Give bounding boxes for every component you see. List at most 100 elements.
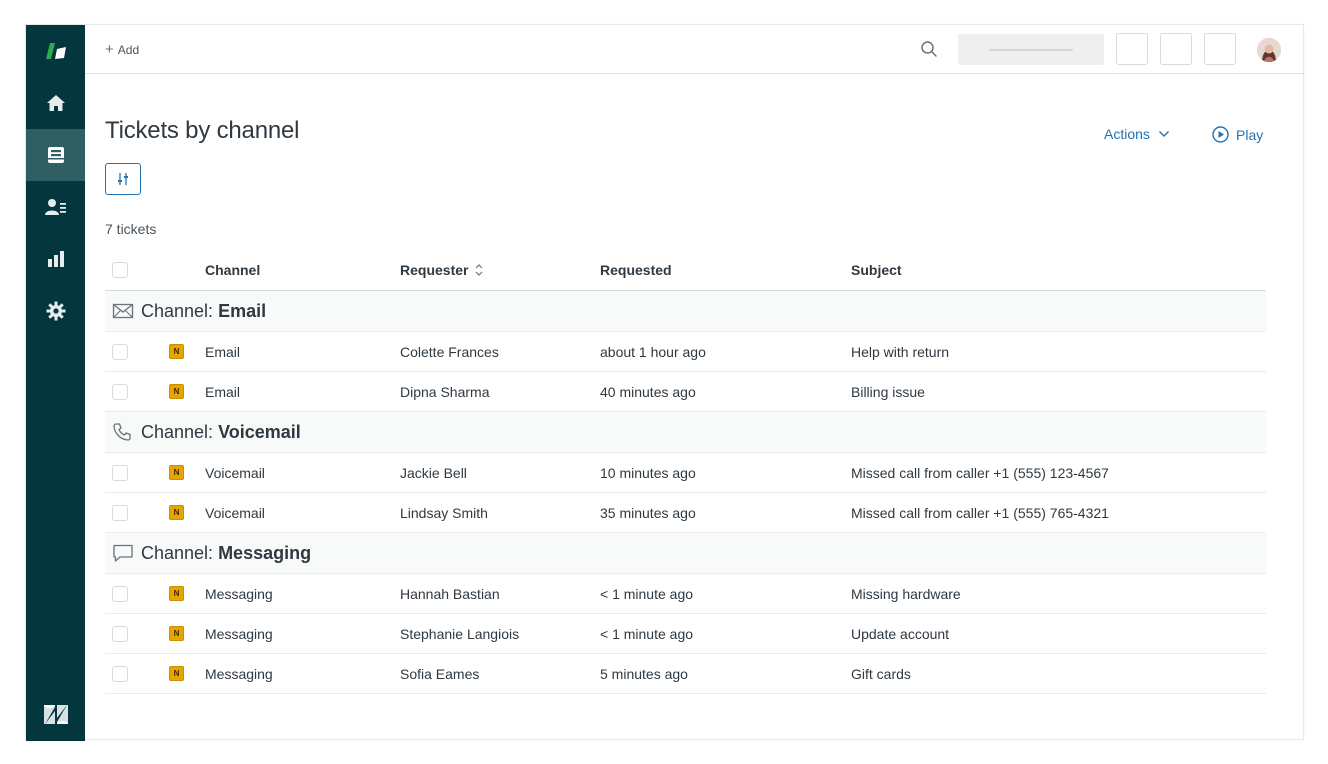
status-badge: N [169,465,184,480]
header-channel[interactable]: Channel [205,249,260,290]
subject-cell[interactable]: Missing hardware [851,574,961,613]
ticket-count: 7 tickets [105,221,157,237]
play-label: Play [1236,126,1264,143]
header-checkbox-cell [112,249,128,290]
select-all-checkbox[interactable] [112,261,128,278]
subject-cell[interactable]: Update account [851,614,949,653]
row-checkbox-cell [112,372,128,411]
subject-cell[interactable]: Missed call from caller +1 (555) 765-432… [851,493,1109,532]
bar-chart-icon [47,251,64,267]
table-row[interactable]: N Email Dipna Sharma 40 minutes ago Bill… [105,372,1266,412]
tickets-table: Channel Requester Requested Subject Chan… [105,249,1266,694]
status-cell: N [169,372,184,411]
subject-cell[interactable]: Missed call from caller +1 (555) 123-456… [851,453,1109,492]
group-header-voicemail[interactable]: Channel: Voicemail [105,412,1266,453]
nav-admin[interactable] [26,285,85,337]
header-requested[interactable]: Requested [600,249,672,290]
page-title: Tickets by channel [105,117,300,144]
filter-button[interactable] [105,163,141,195]
status-badge: N [169,384,184,399]
requester-cell: Dipna Sharma [400,383,490,400]
channel-cell: Messaging [205,625,273,642]
row-checkbox[interactable] [112,504,128,521]
group-label: Channel: Messaging [141,533,311,573]
actions-menu-button[interactable]: Actions [1104,126,1170,142]
status-badge: N [169,626,184,641]
requester-cell: Colette Frances [400,343,499,360]
row-checkbox-cell [112,654,128,693]
nav-reporting[interactable] [26,233,85,285]
requester-cell: Hannah Bastian [400,585,500,602]
channel-cell: Email [205,383,241,400]
play-circle-icon [1212,126,1229,143]
envelope-icon [112,303,134,319]
channel-cell: Email [205,343,241,360]
play-button[interactable]: Play [1212,126,1263,143]
row-checkbox-cell [112,614,128,653]
toolbar-slot-2[interactable] [1160,33,1192,65]
toolbar-slot-3[interactable] [1204,33,1236,65]
row-checkbox-cell [112,493,128,532]
requester-cell: Stephanie Langiois [400,625,520,642]
add-button[interactable]: + Add [105,41,139,59]
row-checkbox[interactable] [112,383,128,400]
zendesk-logo-icon [43,705,68,724]
group-header-messaging[interactable]: Channel: Messaging [105,533,1266,574]
group-name: Voicemail [218,421,301,442]
status-badge: N [169,586,184,601]
search-icon[interactable] [920,40,938,58]
group-header-email[interactable]: Channel: Email [105,291,1266,332]
row-checkbox[interactable] [112,464,128,481]
row-checkbox[interactable] [112,343,128,360]
avatar[interactable] [1257,38,1281,62]
requested-cell: < 1 minute ago [600,585,694,602]
status-cell: N [169,453,184,492]
status-cell: N [169,614,184,653]
product-logo[interactable] [26,25,85,77]
requested-cell: < 1 minute ago [600,625,694,642]
channel-cell: Messaging [205,665,273,682]
nav-home[interactable] [26,77,85,129]
subject-cell[interactable]: Help with return [851,332,949,371]
row-checkbox[interactable] [112,665,128,682]
home-icon [46,95,65,111]
sidebar [26,25,85,741]
status-cell: N [169,493,184,532]
group-label: Channel: Voicemail [141,412,301,452]
row-checkbox[interactable] [112,585,128,602]
table-row[interactable]: N Messaging Stephanie Langiois < 1 minut… [105,614,1266,654]
table-row[interactable]: N Email Colette Frances about 1 hour ago… [105,332,1266,372]
table-row[interactable]: N Voicemail Lindsay Smith 35 minutes ago… [105,493,1266,533]
placeholder-line [989,48,1073,51]
actions-label: Actions [1104,126,1150,142]
row-checkbox-cell [112,574,128,613]
channel-cell: Messaging [205,585,273,602]
table-row[interactable]: N Messaging Sofia Eames 5 minutes ago Gi… [105,654,1266,694]
requested-cell: 10 minutes ago [600,464,696,481]
plus-icon: + [105,41,114,58]
group-label: Channel: Email [141,291,266,331]
support-logo-icon [45,43,66,59]
requester-cell: Lindsay Smith [400,504,488,521]
table-row[interactable]: N Voicemail Jackie Bell 10 minutes ago M… [105,453,1266,493]
user-avatar-icon [1257,38,1281,62]
group-prefix: Channel: [141,300,214,321]
nav-customers[interactable] [26,181,85,233]
status-badge: N [169,666,184,681]
table-row[interactable]: N Messaging Hannah Bastian < 1 minute ag… [105,574,1266,614]
table-header: Channel Requester Requested Subject [105,249,1266,291]
search-placeholder-bar[interactable] [958,34,1104,65]
channel-cell: Voicemail [205,464,265,481]
header-requester-label: Requester [400,261,469,278]
subject-cell[interactable]: Gift cards [851,654,911,693]
toolbar-slot-1[interactable] [1116,33,1148,65]
row-checkbox-cell [112,453,128,492]
header-requester[interactable]: Requester [400,249,484,290]
nav-views[interactable] [26,129,85,181]
status-badge: N [169,344,184,359]
subject-cell[interactable]: Billing issue [851,372,925,411]
status-cell: N [169,654,184,693]
row-checkbox[interactable] [112,625,128,642]
status-cell: N [169,574,184,613]
header-subject[interactable]: Subject [851,249,902,290]
